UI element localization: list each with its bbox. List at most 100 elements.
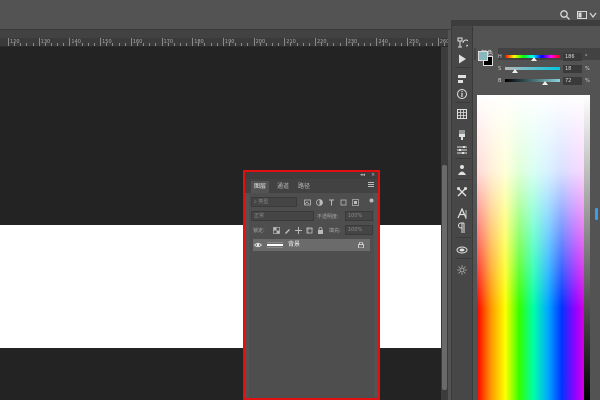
ruler-tick bbox=[400, 43, 402, 46]
layer-row-background[interactable]: 背景 bbox=[253, 239, 370, 251]
ruler-tick bbox=[75, 43, 77, 46]
adjustments-icon[interactable] bbox=[454, 143, 470, 157]
layers-panel-header[interactable]: ◂◂ × bbox=[245, 172, 378, 179]
filter-shape-icon[interactable] bbox=[340, 199, 347, 206]
saturation-value[interactable]: 18 bbox=[563, 65, 582, 73]
ruler-tick bbox=[8, 38, 9, 46]
ruler-tick bbox=[413, 43, 415, 46]
tool-group-divider bbox=[455, 158, 471, 159]
tools-preset-icon[interactable] bbox=[454, 185, 470, 199]
ruler-tick bbox=[308, 43, 310, 46]
tab-paths[interactable]: 路径 bbox=[295, 181, 313, 193]
character-person-icon[interactable] bbox=[454, 163, 470, 177]
lock-transparent-pixels-icon[interactable] bbox=[273, 227, 280, 234]
ruler-tick bbox=[376, 38, 378, 46]
ruler-tick bbox=[302, 43, 304, 46]
close-panel-icon[interactable]: × bbox=[371, 172, 375, 178]
layer-filter-field[interactable]: ⌕ 类型 bbox=[251, 197, 297, 207]
ruler-tick bbox=[388, 43, 390, 46]
text-type-icon[interactable] bbox=[454, 207, 470, 221]
ruler-tick bbox=[290, 43, 292, 46]
ruler-tick bbox=[100, 38, 102, 46]
brightness-slider[interactable] bbox=[505, 79, 560, 82]
visibility-eye-icon[interactable] bbox=[253, 242, 263, 248]
ruler-tick bbox=[130, 38, 132, 46]
filter-pixel-icon[interactable] bbox=[304, 199, 311, 206]
ruler-tick bbox=[431, 43, 433, 46]
lock-artboard-icon[interactable] bbox=[306, 227, 313, 234]
ruler-tick bbox=[161, 38, 163, 46]
ruler-tick bbox=[149, 43, 151, 46]
document-tab-strip bbox=[0, 30, 448, 38]
panel-resize-indicator[interactable] bbox=[595, 208, 598, 220]
ruler-tick bbox=[229, 43, 231, 46]
panel-grip[interactable] bbox=[452, 20, 474, 26]
panel-menu-icon[interactable] bbox=[368, 182, 374, 189]
ruler-tick bbox=[222, 38, 224, 46]
grid-icon[interactable] bbox=[454, 107, 470, 121]
ruler-tick bbox=[284, 38, 286, 46]
ruler-tick bbox=[327, 43, 329, 46]
ruler-tick bbox=[167, 43, 169, 46]
ruler-tick bbox=[87, 43, 89, 46]
ruler-tick bbox=[112, 43, 114, 46]
ruler-tick bbox=[321, 43, 323, 46]
ruler-tick bbox=[315, 38, 316, 46]
filter-adjustment-icon[interactable] bbox=[316, 199, 323, 206]
ruler-tick bbox=[333, 43, 335, 46]
ruler-tick bbox=[296, 43, 298, 46]
panel-grip[interactable] bbox=[474, 20, 600, 26]
ruler-tick bbox=[278, 43, 280, 46]
brightness-slider-thumb[interactable] bbox=[541, 81, 548, 85]
tool-group-divider bbox=[455, 179, 471, 180]
tab-layers[interactable]: 图层 bbox=[251, 181, 270, 193]
settings-icon[interactable] bbox=[454, 263, 470, 277]
ruler-tick bbox=[38, 38, 40, 46]
hue-slider-thumb[interactable] bbox=[530, 57, 537, 61]
ruler-tick bbox=[44, 43, 46, 46]
lock-all-icon[interactable] bbox=[317, 227, 324, 234]
history-brush-icon[interactable] bbox=[454, 36, 470, 50]
blend-mode-select[interactable]: 正常 bbox=[251, 211, 314, 221]
lock-position-icon[interactable] bbox=[295, 227, 302, 234]
paragraph-styles-icon[interactable] bbox=[454, 72, 470, 86]
color-spectrum[interactable] bbox=[477, 95, 590, 400]
ruler-tick bbox=[382, 43, 384, 46]
collapse-panel-icon[interactable]: ◂◂ bbox=[360, 172, 365, 178]
ruler-tick bbox=[81, 43, 83, 46]
filter-smart-object-icon[interactable] bbox=[352, 199, 359, 206]
ruler-tick bbox=[339, 43, 341, 46]
spectrum-light-overlay bbox=[477, 95, 590, 400]
vertical-scrollbar[interactable] bbox=[441, 47, 448, 400]
opacity-field[interactable]: 100% bbox=[345, 211, 373, 221]
ruler-tick bbox=[198, 43, 200, 46]
layers-comps-icon[interactable] bbox=[454, 243, 470, 257]
foreground-color-swatch[interactable] bbox=[478, 51, 488, 61]
ruler-tick bbox=[364, 43, 366, 46]
brush-presets-icon[interactable] bbox=[454, 128, 470, 142]
filter-toggle-icon[interactable] bbox=[369, 197, 374, 203]
ruler-tick bbox=[192, 38, 194, 46]
ruler-tick bbox=[235, 43, 237, 46]
tool-group-divider bbox=[455, 237, 471, 238]
hue-value[interactable]: 186 bbox=[563, 53, 582, 61]
spectrum-gray-strip[interactable] bbox=[584, 95, 590, 400]
play-actions-icon[interactable] bbox=[454, 52, 470, 66]
brightness-value[interactable]: 72 bbox=[563, 77, 582, 85]
info-icon[interactable] bbox=[454, 87, 470, 101]
fill-field[interactable]: 100% bbox=[345, 225, 373, 235]
layer-thumbnail bbox=[267, 242, 283, 248]
ruler-tick bbox=[443, 43, 445, 46]
ruler-tick bbox=[186, 43, 188, 46]
saturation-slider-thumb[interactable] bbox=[511, 69, 518, 73]
scrollbar-thumb[interactable] bbox=[442, 165, 447, 390]
saturation-label: S bbox=[498, 66, 502, 72]
paragraph-icon[interactable] bbox=[454, 221, 470, 235]
lock-image-pixels-icon[interactable] bbox=[284, 227, 291, 234]
ruler-tick bbox=[173, 43, 175, 46]
tab-channels[interactable]: 通道 bbox=[274, 181, 292, 193]
layer-name[interactable]: 背景 bbox=[288, 239, 300, 251]
ruler-tick bbox=[253, 38, 255, 46]
filter-type-icon[interactable] bbox=[328, 199, 335, 206]
ruler-tick bbox=[32, 43, 34, 46]
